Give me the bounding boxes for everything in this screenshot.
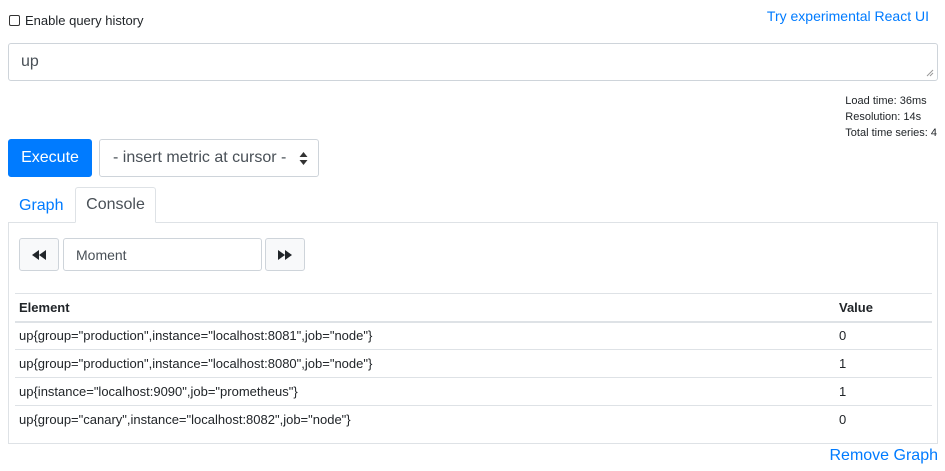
moment-back-button[interactable] bbox=[19, 238, 59, 271]
table-row: up{group="canary",instance="localhost:80… bbox=[15, 405, 932, 434]
moment-input[interactable]: Moment bbox=[63, 238, 262, 271]
table-header-row: Element Value bbox=[15, 293, 932, 323]
fast-forward-icon bbox=[278, 249, 292, 260]
tab-graph[interactable]: Graph bbox=[8, 190, 74, 222]
metric-select[interactable]: - insert metric at cursor - bbox=[99, 139, 319, 177]
query-history-checkbox[interactable] bbox=[9, 15, 20, 26]
console-panel: Moment Element Value up{group="productio… bbox=[8, 222, 938, 444]
expression-value: up bbox=[21, 53, 39, 70]
table-row: up{group="production",instance="localhos… bbox=[15, 322, 932, 350]
execute-button[interactable]: Execute bbox=[8, 139, 92, 177]
expression-input[interactable]: up bbox=[8, 43, 938, 81]
load-time: Load time: 36ms bbox=[845, 95, 927, 107]
moment-placeholder: Moment bbox=[76, 246, 127, 263]
row-element: up{group="production",instance="localhos… bbox=[19, 328, 373, 344]
moment-forward-button[interactable] bbox=[265, 238, 305, 271]
resolution: Resolution: 14s bbox=[845, 111, 922, 123]
row-value: 1 bbox=[835, 349, 932, 378]
query-history-label: Enable query history bbox=[25, 13, 144, 28]
table-row: up{instance="localhost:9090",job="promet… bbox=[15, 377, 932, 406]
element-column-header: Element bbox=[15, 293, 835, 323]
value-column-header: Value bbox=[835, 293, 932, 323]
row-element: up{group="canary",instance="localhost:80… bbox=[15, 405, 835, 434]
total-series: Total time series: 4 bbox=[845, 127, 937, 139]
table-row: up{group="production",instance="localhos… bbox=[15, 349, 932, 378]
results-table: Element Value up{group="production",inst… bbox=[15, 293, 932, 434]
query-history-toggle[interactable]: Enable query history bbox=[9, 13, 144, 28]
fast-backward-icon bbox=[32, 249, 46, 260]
row-value: 1 bbox=[835, 377, 932, 406]
row-value: 0 bbox=[835, 405, 932, 434]
row-element: up{instance="localhost:9090",job="promet… bbox=[15, 377, 835, 406]
remove-graph-link[interactable]: Remove Graph bbox=[830, 447, 939, 465]
tab-console[interactable]: Console bbox=[75, 187, 156, 223]
metric-select-value: - insert metric at cursor - bbox=[113, 149, 287, 166]
resize-grip-icon[interactable] bbox=[926, 69, 934, 77]
query-stats: Load time: 36ms Resolution: 14s Total ti… bbox=[845, 93, 937, 141]
react-ui-link[interactable]: Try experimental React UI bbox=[767, 8, 929, 24]
row-element: up{group="production",instance="localhos… bbox=[15, 349, 835, 378]
row-value: 0 bbox=[839, 328, 847, 344]
select-arrows-icon bbox=[299, 152, 308, 165]
